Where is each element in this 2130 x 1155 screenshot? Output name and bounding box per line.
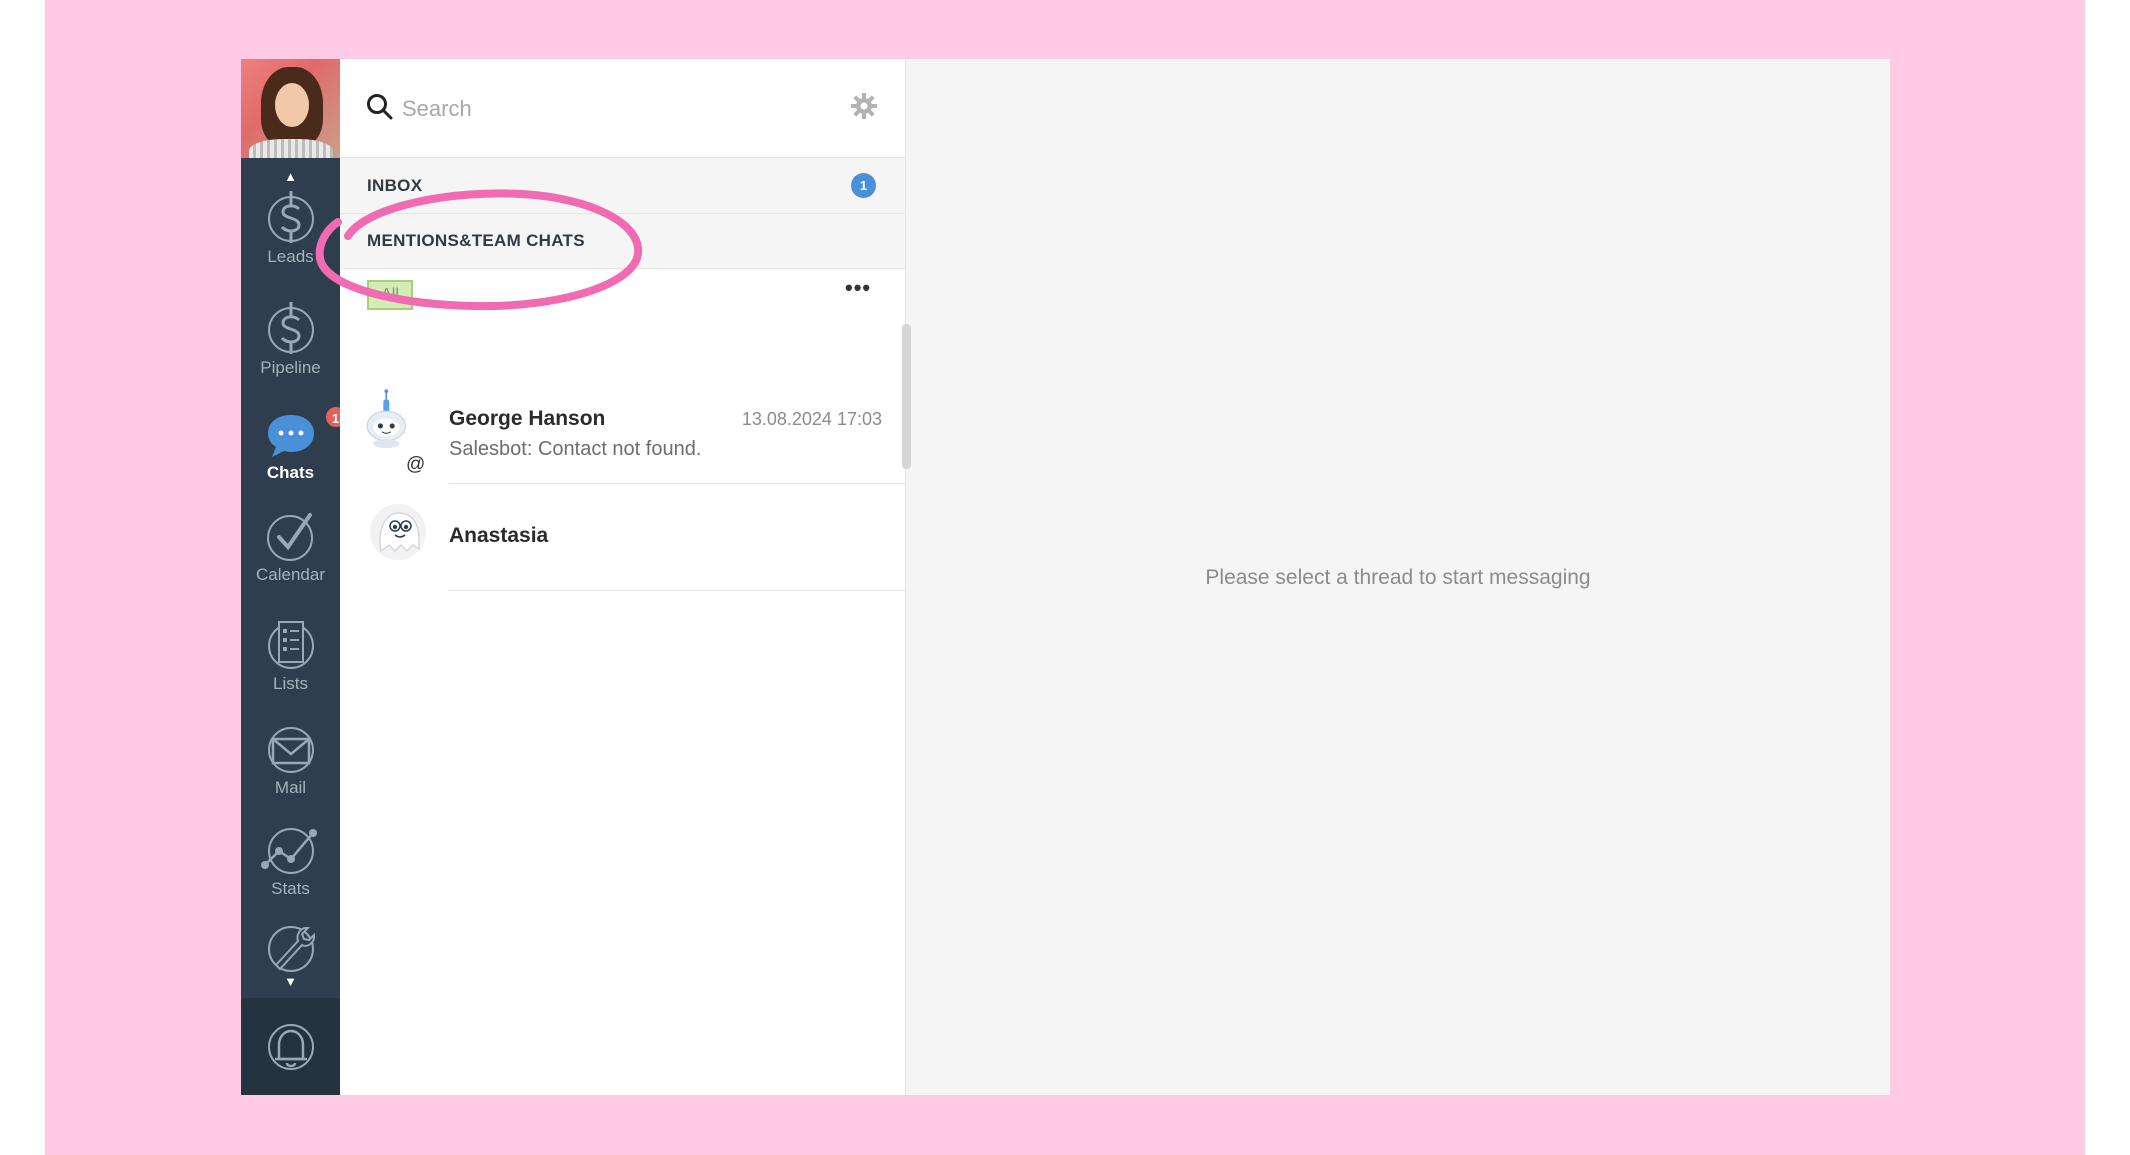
mentions-team-chats-section[interactable]: MENTIONS&TEAM CHATS (340, 214, 906, 269)
dollar-icon (267, 302, 314, 354)
scroll-down-arrow-icon[interactable]: ▼ (241, 975, 340, 989)
divider (449, 590, 906, 591)
sidebar-item-label: Pipeline (260, 358, 321, 377)
more-options-icon[interactable]: ••• (845, 275, 871, 301)
sidebar-item-label: Chats (266, 463, 315, 482)
left-sidebar: ▲ Leads Pipeline 1 Chats Calendar Lists … (241, 59, 348, 1095)
sidebar-item-pipeline[interactable]: Pipeline (241, 300, 340, 390)
empty-state-text: Please select a thread to start messagin… (1205, 566, 1591, 589)
sidebar-item-label: Mail (274, 778, 307, 797)
check-circle-icon (266, 513, 313, 561)
search-bar (340, 59, 906, 157)
sidebar-item-mail[interactable]: Mail (241, 724, 340, 814)
stats-icon (260, 828, 317, 874)
bot-avatar-icon (366, 389, 407, 449)
bell-icon (268, 1024, 314, 1070)
filter-all-tag[interactable]: All (367, 280, 413, 310)
chat-list-item-anastasia[interactable]: Anastasia (340, 489, 906, 594)
list-icon (267, 621, 314, 669)
sidebar-item-label: Leads (267, 247, 314, 266)
wrench-icon (267, 926, 315, 972)
user-avatar[interactable] (241, 59, 340, 158)
dollar-icon (267, 191, 314, 243)
gear-icon[interactable] (850, 92, 878, 120)
sidebar-item-stats[interactable]: Stats (241, 825, 340, 915)
sidebar-item-settings[interactable] (241, 921, 340, 981)
mail-icon (267, 727, 314, 773)
mention-indicator-icon: @ (406, 454, 426, 475)
chat-bubble-icon (267, 415, 314, 457)
sidebar-item-chats[interactable]: 1 Chats (241, 405, 348, 499)
chat-name: Anastasia (449, 524, 549, 547)
search-icon (367, 94, 393, 120)
app-window: ▲ Leads Pipeline 1 Chats Calendar Lists … (241, 59, 1890, 1095)
inbox-title: INBOX (367, 176, 423, 195)
sidebar-item-label: Lists (273, 674, 308, 693)
chat-list-panel: INBOX 1 MENTIONS&TEAM CHATS All ••• @ Ge… (340, 59, 906, 1095)
divider (449, 483, 906, 484)
inbox-badge: 1 (851, 173, 876, 198)
sidebar-item-label: Calendar (256, 565, 325, 584)
sidebar-item-lists[interactable]: Lists (241, 616, 340, 706)
chat-last-message: Salesbot: Contact not found. (449, 438, 702, 460)
chat-list-item-george-hanson[interactable]: @ George Hanson 13.08.2024 17:03 Salesbo… (340, 329, 906, 489)
notifications-button[interactable] (241, 998, 340, 1095)
search-input[interactable] (402, 93, 832, 125)
sidebar-item-leads[interactable]: Leads (241, 189, 340, 279)
ghost-avatar-icon (370, 504, 426, 560)
chat-timestamp: 13.08.2024 17:03 (741, 409, 882, 429)
conversation-empty-state: Please select a thread to start messagin… (906, 59, 1890, 1095)
chat-name: George Hanson (449, 407, 606, 430)
scroll-up-arrow-icon[interactable]: ▲ (241, 170, 340, 184)
sidebar-item-label: Stats (271, 879, 310, 898)
sidebar-item-calendar[interactable]: Calendar (241, 507, 340, 597)
mentions-title: MENTIONS&TEAM CHATS (367, 231, 585, 250)
inbox-section[interactable]: INBOX 1 (340, 157, 906, 214)
